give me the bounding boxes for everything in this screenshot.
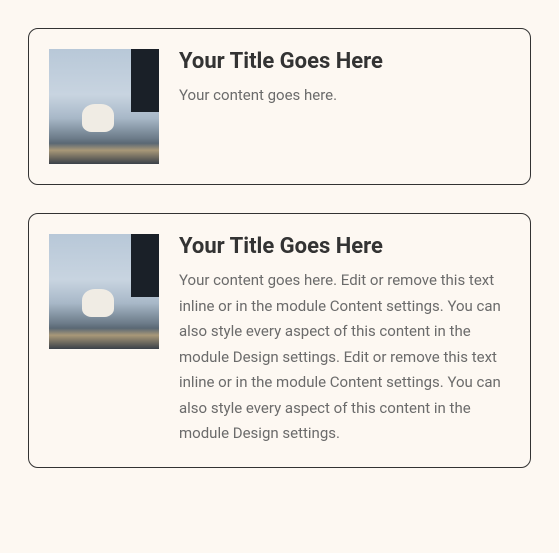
card-content: Your Title Goes Here Your content goes h…	[179, 234, 510, 447]
card-content: Your Title Goes Here Your content goes h…	[179, 49, 510, 164]
content-card: Your Title Goes Here Your content goes h…	[28, 28, 531, 185]
card-title: Your Title Goes Here	[179, 234, 510, 260]
thumbnail-image	[49, 49, 159, 164]
content-card: Your Title Goes Here Your content goes h…	[28, 213, 531, 468]
card-text: Your content goes here.	[179, 83, 510, 109]
card-text: Your content goes here. Edit or remove t…	[179, 268, 510, 447]
card-title: Your Title Goes Here	[179, 49, 510, 75]
thumbnail-image	[49, 234, 159, 349]
